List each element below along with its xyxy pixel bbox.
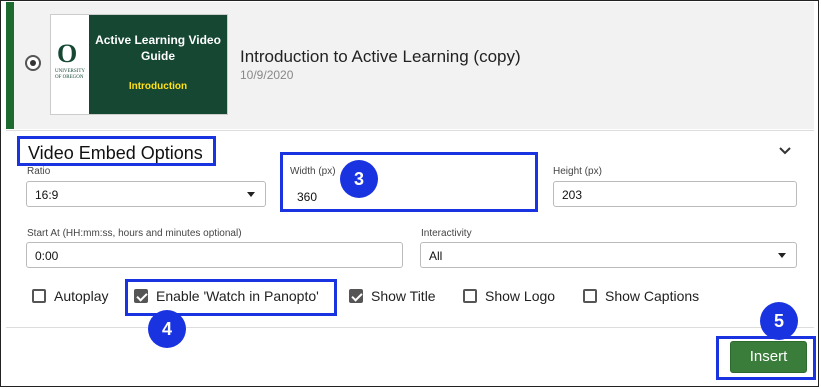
step-5-badge: 5 [760,302,798,340]
video-radio[interactable] [25,55,41,71]
show-logo-checkbox[interactable]: Show Logo [463,287,555,305]
show-logo-label: Show Logo [485,288,556,304]
selection-indicator [6,2,14,129]
logo-letter: O [57,39,78,68]
start-at-label: Start At (HH:mm:ss, hours and minutes op… [27,228,242,239]
watch-in-panopto-checkbox[interactable]: Enable 'Watch in Panopto' [134,287,319,305]
show-captions-checkbox[interactable]: Show Captions [583,287,699,305]
video-date: 10/9/2020 [240,68,294,82]
checkbox-icon [583,289,597,303]
height-input[interactable]: 203 [553,181,797,207]
show-captions-label: Show Captions [605,288,700,304]
show-title-label: Show Title [371,288,436,304]
start-at-input[interactable]: 0:00 [26,242,403,268]
insert-button[interactable]: Insert [730,341,807,373]
step-4-badge: 4 [148,310,186,348]
checkbox-icon [32,289,46,303]
caret-down-icon [778,253,786,258]
checkbox-checked-icon [349,289,363,303]
height-label: Height (px) [553,166,602,177]
ratio-label: Ratio [27,166,51,177]
caret-down-icon [247,192,255,197]
video-title: Introduction to Active Learning (copy) [240,47,521,66]
width-label: Width (px) [290,166,336,177]
ratio-select[interactable]: 16:9 [26,181,266,207]
autoplay-label: Autoplay [54,288,109,304]
ratio-value: 16:9 [35,188,59,202]
chevron-down-icon[interactable] [778,143,792,159]
thumbnail-subtitle: Introduction [128,81,188,92]
logo-text: UNIVERSITY OF OREGON [55,69,85,80]
interactivity-value: All [429,249,443,263]
interactivity-select[interactable]: All [420,242,797,268]
video-thumbnail: O UNIVERSITY OF OREGON Active Learning V… [50,14,228,115]
section-title: Video Embed Options [17,136,216,166]
start-at-value: 0:00 [35,249,59,263]
checkbox-checked-icon [134,289,148,303]
autoplay-checkbox[interactable]: Autoplay [32,287,108,305]
width-input[interactable]: 360 [289,182,532,208]
footer-divider [6,327,814,328]
height-value: 203 [562,188,583,202]
step-3-badge: 3 [340,160,378,198]
divider [6,130,814,131]
watch-in-panopto-label: Enable 'Watch in Panopto' [156,288,319,304]
thumbnail-banner: Active Learning Video Guide Introduction [89,15,227,114]
width-value: 360 [297,190,318,204]
university-logo: O UNIVERSITY OF OREGON [51,15,89,114]
thumbnail-title: Active Learning Video Guide [95,33,221,63]
interactivity-label: Interactivity [421,228,472,239]
checkbox-icon [463,289,477,303]
show-title-checkbox[interactable]: Show Title [349,287,436,305]
